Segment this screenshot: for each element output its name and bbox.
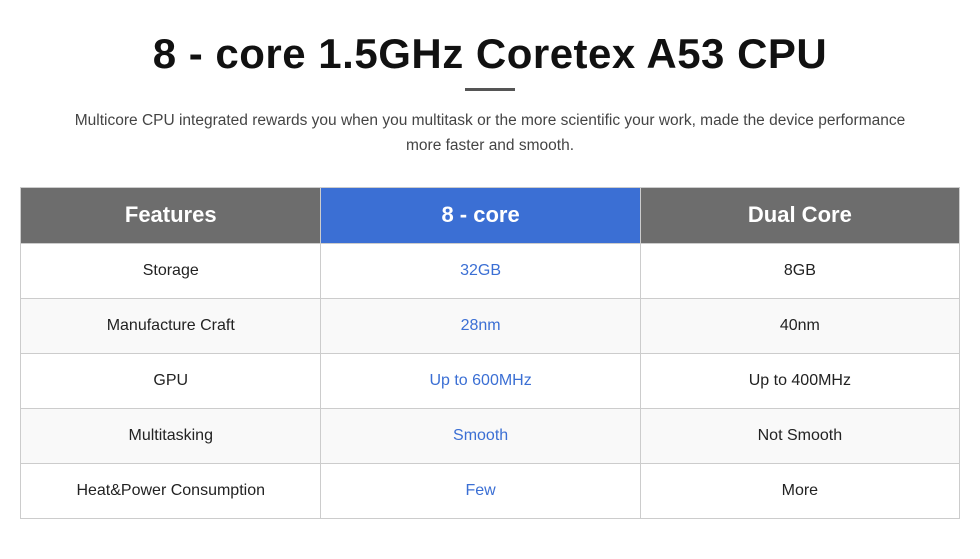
cell-dualcore-value: Up to 400MHz bbox=[640, 353, 959, 408]
cell-dualcore-value: More bbox=[640, 463, 959, 518]
cell-feature: Manufacture Craft bbox=[21, 298, 321, 353]
table-row: GPUUp to 600MHzUp to 400MHz bbox=[21, 353, 960, 408]
cell-dualcore-value: Not Smooth bbox=[640, 408, 959, 463]
cell-dualcore-value: 8GB bbox=[640, 243, 959, 298]
col-header-dualcore: Dual Core bbox=[640, 187, 959, 243]
cell-dualcore-value: 40nm bbox=[640, 298, 959, 353]
col-header-features: Features bbox=[21, 187, 321, 243]
cell-feature: Storage bbox=[21, 243, 321, 298]
table-row: MultitaskingSmoothNot Smooth bbox=[21, 408, 960, 463]
cell-feature: Multitasking bbox=[21, 408, 321, 463]
cell-8core-value: 32GB bbox=[321, 243, 640, 298]
col-header-8core: 8 - core bbox=[321, 187, 640, 243]
cell-8core-value: 28nm bbox=[321, 298, 640, 353]
table-row: Storage32GB8GB bbox=[21, 243, 960, 298]
cell-8core-value: Smooth bbox=[321, 408, 640, 463]
page-container: 8 - core 1.5GHz Coretex A53 CPU Multicor… bbox=[0, 0, 980, 559]
table-row: Manufacture Craft28nm40nm bbox=[21, 298, 960, 353]
page-subtitle: Multicore CPU integrated rewards you whe… bbox=[60, 109, 920, 159]
table-row: Heat&Power ConsumptionFewMore bbox=[21, 463, 960, 518]
title-divider bbox=[465, 88, 515, 91]
cell-feature: Heat&Power Consumption bbox=[21, 463, 321, 518]
cell-feature: GPU bbox=[21, 353, 321, 408]
page-title: 8 - core 1.5GHz Coretex A53 CPU bbox=[20, 30, 960, 78]
cell-8core-value: Up to 600MHz bbox=[321, 353, 640, 408]
table-header-row: Features 8 - core Dual Core bbox=[21, 187, 960, 243]
cell-8core-value: Few bbox=[321, 463, 640, 518]
comparison-table: Features 8 - core Dual Core Storage32GB8… bbox=[20, 187, 960, 519]
